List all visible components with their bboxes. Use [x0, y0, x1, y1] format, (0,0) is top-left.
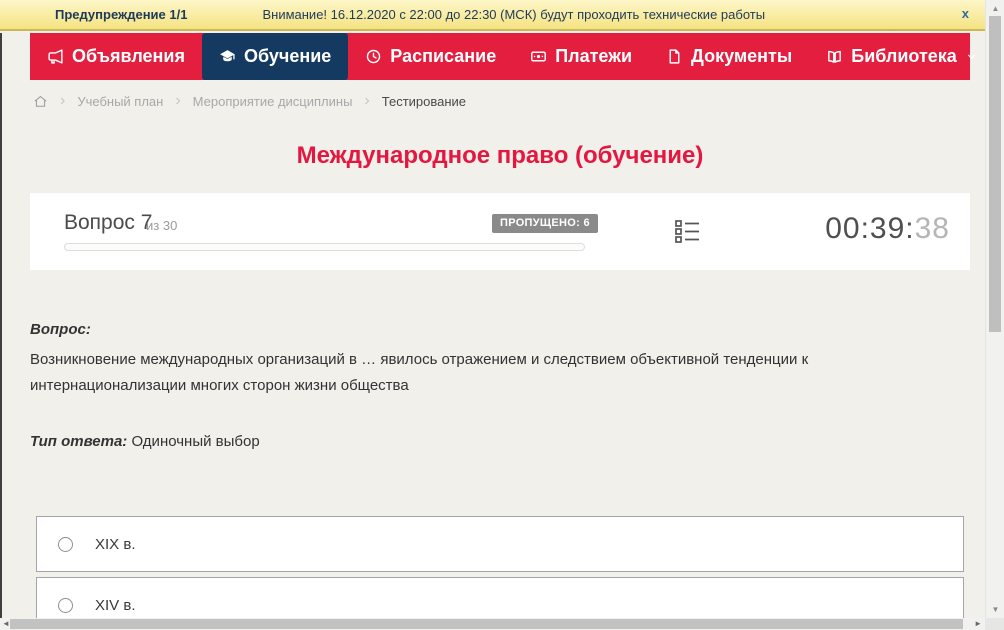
breadcrumb-item-testing: Тестирование — [381, 93, 467, 109]
radio-button-icon[interactable] — [58, 536, 73, 552]
nav-item-label: Платежи — [555, 46, 633, 66]
vertical-scrollbar-thumb[interactable] — [989, 16, 1001, 332]
timer-main: 00:39: — [825, 212, 915, 245]
clock-icon — [365, 48, 382, 65]
document-icon — [666, 48, 683, 65]
question-number: Вопрос 7 — [64, 211, 153, 234]
quiz-panel: Вопрос 7 из 30 ПРОПУЩЕНО: 6 00:39:38 — [30, 193, 970, 270]
skipped-badge: ПРОПУЩЕНО: 6 — [492, 214, 598, 233]
warning-message: Внимание! 16.12.2020 с 22:00 до 22:30 (М… — [262, 7, 766, 22]
horizontal-scrollbar-thumb[interactable] — [10, 619, 963, 629]
timer-seconds: 38 — [914, 212, 950, 245]
nav-item-label: Библиотека — [851, 46, 957, 66]
warning-label: Предупреждение 1/1 — [55, 7, 188, 22]
question-total: из 30 — [146, 218, 178, 233]
graduation-cap-icon — [219, 48, 236, 65]
answer-option-1[interactable]: XIX в. — [36, 516, 964, 572]
horizontal-scrollbar[interactable]: ◄ ► — [0, 618, 985, 630]
nav-item-payments[interactable]: Платежи — [513, 33, 649, 80]
question-list-icon[interactable] — [673, 217, 702, 251]
question-label: Вопрос: — [30, 321, 91, 338]
vertical-scrollbar[interactable]: ▲ ▼ — [985, 0, 1004, 618]
page-content: Объявления Обучение Расписание Платежи Д… — [30, 33, 975, 630]
breadcrumb-separator: › — [175, 92, 181, 109]
question-text: Возникновение международных организаций … — [30, 351, 809, 394]
answer-type-line: Тип ответа: Одиночный выбор — [30, 433, 970, 450]
home-icon[interactable] — [33, 94, 48, 109]
breadcrumb-item-discipline-event[interactable]: Мероприятие дисциплины — [193, 94, 353, 109]
chevron-down-icon — [966, 51, 977, 62]
radio-button-icon[interactable] — [58, 597, 73, 613]
answer-type-value: Одиночный выбор — [131, 433, 260, 450]
scroll-down-arrow-icon[interactable]: ▼ — [986, 605, 1004, 614]
nav-item-learning[interactable]: Обучение — [201, 33, 349, 80]
browser-viewport: Предупреждение 1/1 Внимание! 16.12.2020 … — [0, 0, 1004, 630]
scroll-up-arrow-icon[interactable]: ▲ — [986, 4, 1004, 13]
nav-item-label: Объявления — [72, 46, 185, 66]
main-nav: Объявления Обучение Расписание Платежи Д… — [30, 33, 975, 80]
nav-item-announcements[interactable]: Объявления — [30, 33, 202, 80]
breadcrumb-separator: › — [364, 92, 370, 109]
nav-item-label: Документы — [691, 46, 793, 66]
breadcrumb-separator: › — [60, 92, 66, 109]
timer: 00:39:38 — [825, 212, 950, 246]
warning-bar: Предупреждение 1/1 Внимание! 16.12.2020 … — [0, 0, 985, 31]
nav-item-documents[interactable]: Документы — [649, 33, 809, 80]
nav-item-label: Расписание — [390, 46, 497, 66]
progress-bar — [64, 243, 585, 251]
nav-item-library[interactable]: Библиотека — [809, 33, 994, 80]
open-book-icon — [826, 48, 843, 65]
question-block: Вопрос: Возникновение международных орга… — [30, 321, 970, 630]
megaphone-icon — [47, 48, 64, 65]
banknote-icon — [530, 48, 547, 65]
page-title: Международное право (обучение) — [296, 142, 704, 169]
scroll-left-arrow-icon[interactable]: ◄ — [2, 618, 10, 630]
scrollbar-corner — [985, 618, 1004, 630]
breadcrumb-item-curriculum[interactable]: Учебный план — [77, 94, 163, 109]
warning-close-button[interactable]: x — [962, 6, 969, 21]
left-edge-strip — [0, 33, 2, 618]
answer-option-label: XIV в. — [95, 596, 136, 614]
breadcrumb: › Учебный план › Мероприятие дисциплины … — [30, 92, 970, 110]
answer-type-label: Тип ответа: — [30, 433, 128, 450]
nav-item-label: Обучение — [243, 46, 332, 66]
answer-option-label: XIX в. — [95, 535, 136, 553]
scroll-right-arrow-icon[interactable]: ► — [974, 618, 982, 630]
nav-item-schedule[interactable]: Расписание — [348, 33, 513, 80]
